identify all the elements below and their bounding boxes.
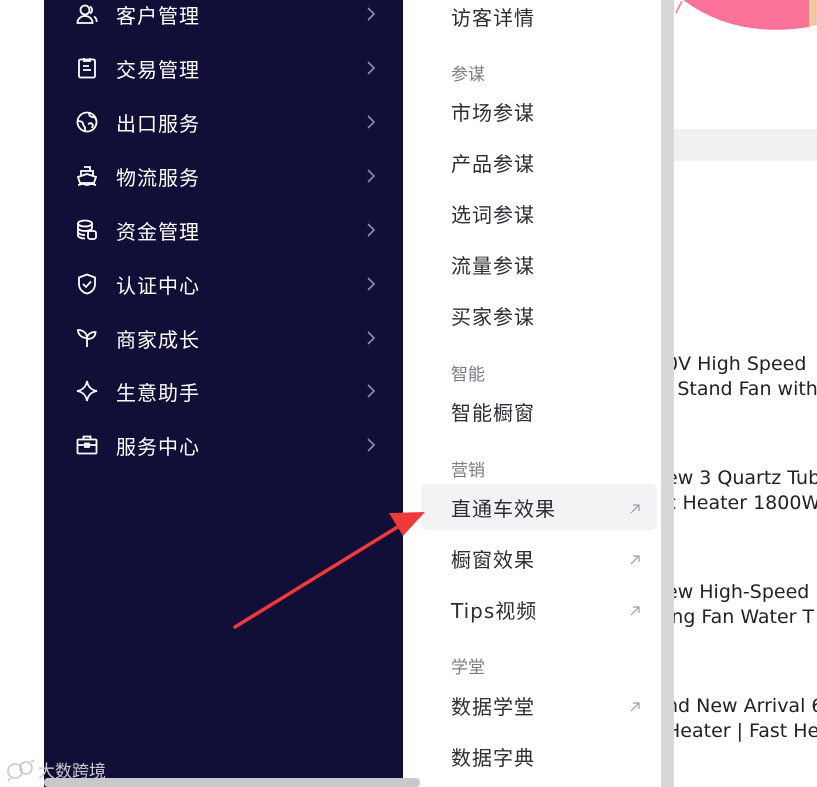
coins-icon [74,217,100,243]
menu-item-label: 直通车效果 [451,496,556,521]
product-title[interactable]: ew 3 Quartz Tub c Heater 1800W [674,466,817,516]
chevron-right-icon [364,277,378,291]
users-icon [74,1,100,27]
product-title[interactable]: nd New Arrival 6 Heater | Fast He [674,694,817,744]
menu-item-visitor-detail[interactable]: 访客详情 [421,0,657,39]
menu-item-data-dictionary[interactable]: 数据字典 [421,733,657,779]
sidebar-item-certification[interactable]: 认证中心 [44,257,403,311]
sidebar-item-label: 生意助手 [116,380,200,405]
external-link-icon [629,551,643,565]
product-title-line: nd New Arrival 6 [674,695,817,717]
sidebar-item-customer[interactable]: 客户管理 [44,0,403,41]
chevron-right-icon [364,223,378,237]
product-title-line: l Stand Fan with [674,378,817,400]
product-title[interactable]: 0V High Speed l Stand Fan with [674,352,817,402]
submenu-flyout: 访客详情 参谋 市场参谋 产品参谋 选词参谋 流量参谋 买家参谋 智能 智能橱窗… [403,0,661,787]
shield-check-icon [74,271,100,297]
watermark: 大数跨境 [6,757,106,782]
chevron-right-icon [364,438,378,452]
pie-chart-fragment [675,0,817,30]
chevron-right-icon [364,331,378,345]
menu-item-label: 数据学堂 [451,694,535,719]
vertical-scrollbar[interactable] [661,0,674,787]
menu-item-label: 买家参谋 [451,304,535,329]
product-title-line: 0V High Speed [674,353,807,375]
menu-item-label: 流量参谋 [451,253,535,278]
sidebar-item-label: 商家成长 [116,327,200,352]
sidebar-item-label: 资金管理 [116,219,200,244]
globe-icon [74,109,100,135]
product-title-line: ew High-Speed E [674,581,817,603]
watermark-logo-icon [7,758,35,781]
sidebar-item-label: 物流服务 [116,165,200,190]
menu-item-showcase-effect[interactable]: 橱窗效果 [421,535,657,581]
external-link-icon [629,500,643,514]
menu-item-label: Tips视频 [451,598,538,623]
product-title-line: c Heater 1800W [674,492,817,514]
sidebar: 客户管理 交易管理 出口服务 物流服务 资金管理 认证中心 商家成长 生意助手 … [44,0,403,787]
sidebar-item-growth[interactable]: 商家成长 [44,311,403,365]
menu-item-label: 橱窗效果 [451,547,535,572]
menu-item-keyword-consultant[interactable]: 选词参谋 [421,190,657,236]
sidebar-item-label: 客户管理 [116,3,200,28]
sparkle-icon [74,378,100,404]
menu-item-label: 数据字典 [451,745,535,770]
menu-item-traffic-consultant[interactable]: 流量参谋 [421,241,657,287]
sidebar-item-label: 出口服务 [116,111,200,136]
external-link-icon [629,602,643,616]
group-title-academy: 学堂 [451,658,485,678]
sidebar-item-assistant[interactable]: 生意助手 [44,364,403,418]
chevron-right-icon [364,115,378,129]
menu-item-p4p-effect[interactable]: 直通车效果 [421,484,657,530]
sidebar-item-label: 服务中心 [116,434,200,459]
sidebar-item-trade[interactable]: 交易管理 [44,41,403,95]
menu-item-label: 访客详情 [451,5,535,30]
sidebar-item-logistics[interactable]: 物流服务 [44,149,403,203]
briefcase-icon [74,432,100,458]
sprout-icon [74,325,100,351]
menu-item-tips-video[interactable]: Tips视频 [421,586,657,632]
left-gutter [0,0,44,787]
menu-item-market-consultant[interactable]: 市场参谋 [421,88,657,134]
sidebar-item-label: 交易管理 [116,57,200,82]
menu-item-label: 智能橱窗 [451,400,535,425]
watermark-text: 大数跨境 [38,762,106,782]
sidebar-item-label: 认证中心 [116,273,200,298]
group-title-smart: 智能 [451,365,485,385]
ship-icon [74,163,100,189]
menu-item-label: 选词参谋 [451,202,535,227]
menu-item-label: 产品参谋 [451,151,535,176]
menu-item-buyer-consultant[interactable]: 买家参谋 [421,292,657,338]
product-title-line: ew 3 Quartz Tub [674,467,817,489]
clipboard-icon [74,55,100,81]
external-link-icon [629,698,643,712]
product-title-line: ing Fan Water T [674,606,815,628]
menu-item-data-academy[interactable]: 数据学堂 [421,682,657,728]
product-title-line: Heater | Fast He [674,720,817,742]
sidebar-item-export[interactable]: 出口服务 [44,95,403,149]
chevron-right-icon [364,7,378,21]
menu-item-smart-showcase[interactable]: 智能橱窗 [421,388,657,434]
sidebar-item-funds[interactable]: 资金管理 [44,203,403,257]
chevron-right-icon [364,169,378,183]
menu-item-label: 市场参谋 [451,100,535,125]
group-title-consultant: 参谋 [451,65,485,85]
main-content: 0V High Speed l Stand Fan with ew 3 Quar… [674,0,817,787]
product-title[interactable]: ew High-Speed E ing Fan Water T [674,580,817,630]
sidebar-item-service[interactable]: 服务中心 [44,418,403,472]
menu-item-product-consultant[interactable]: 产品参谋 [421,139,657,185]
chevron-right-icon [364,61,378,75]
table-header-band [674,129,817,161]
chevron-right-icon [364,384,378,398]
group-title-marketing: 营销 [451,461,485,481]
